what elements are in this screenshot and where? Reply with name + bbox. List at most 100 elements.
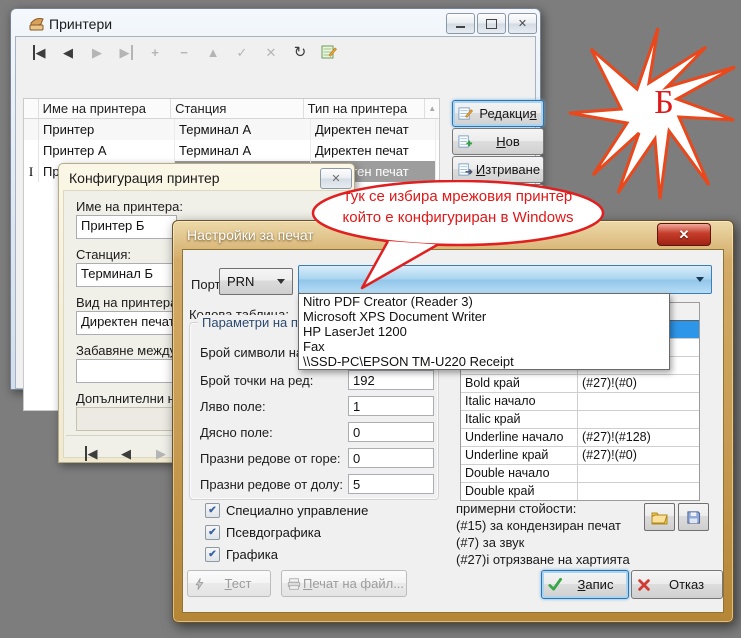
checkmark-icon: ✔ <box>208 505 216 517</box>
save-button[interactable]: Запис <box>541 570 629 599</box>
nav-cancel-icon[interactable]: ✕ <box>260 44 282 65</box>
graphics-checkbox-row: ✔ Графика <box>205 547 278 562</box>
nav-refresh-icon[interactable]: ↻ <box>289 44 311 65</box>
delete-button[interactable]: Изтриване <box>452 156 544 183</box>
nav-delete-icon[interactable]: − <box>173 44 195 65</box>
checkmark-icon: ✔ <box>208 549 216 561</box>
printer-type-field[interactable]: Директен печат <box>76 311 177 335</box>
column-header[interactable]: Име на принтера <box>39 99 171 118</box>
edit-button[interactable]: Редакция <box>452 100 544 127</box>
nav-edit-icon[interactable]: ▲ <box>202 44 224 65</box>
config-window-title: Конфигурация принтер <box>69 170 220 186</box>
open-folder-button[interactable] <box>644 503 675 531</box>
close-button[interactable]: ✕ <box>508 13 537 34</box>
chevron-down-icon <box>696 277 704 282</box>
codes-row[interactable]: Italic начало <box>461 393 699 411</box>
cell[interactable]: Принтер А <box>39 140 175 161</box>
cancel-button[interactable]: Отказ <box>631 570 723 599</box>
cell[interactable]: Терминал А <box>175 119 311 140</box>
new-button-label: Нов <box>473 134 543 149</box>
nav-last-icon[interactable]: ▶ <box>115 44 137 65</box>
scroll-up-icon[interactable]: ▲ <box>425 99 439 118</box>
dropdown-item[interactable]: Fax <box>299 339 669 354</box>
db-navigator-toolbar: ◀ ◀ ▶ ▶ + − ▲ ✓ ✕ ↻ <box>28 44 340 65</box>
codes-row[interactable]: Underline начало(#27)!(#128) <box>461 429 699 447</box>
close-icon: ✕ <box>518 17 527 30</box>
codes-row[interactable]: Underline край(#27)!(#0) <box>461 447 699 465</box>
maximize-button[interactable] <box>477 13 506 34</box>
cell[interactable]: Директен печат <box>311 119 436 140</box>
printer-name-field[interactable]: Принтер Б <box>76 215 177 239</box>
station-label: Станция: <box>76 247 131 262</box>
blank-lines-top-label: Празни редове от горе: <box>200 451 341 466</box>
checkbox-label[interactable]: Графика <box>226 547 278 562</box>
station-field[interactable]: Терминал Б <box>76 263 177 287</box>
cell[interactable]: Директен печат <box>311 140 436 161</box>
dropdown-item[interactable]: Microsoft XPS Document Writer <box>299 309 669 324</box>
hint-line: (#15) за кондензиран печат <box>456 517 621 534</box>
table-row[interactable]: Принтер А Терминал А Директен печат <box>24 140 439 161</box>
blank-lines-bottom-field[interactable]: 5 <box>348 474 434 494</box>
dropdown-item[interactable]: HP LaserJet 1200 <box>299 324 669 339</box>
pseudographics-checkbox-row: ✔ Псевдографика <box>205 525 321 540</box>
desktop: { "icons": { "check": "✔", "nav_first": … <box>0 0 741 638</box>
hint-line: примерни стойости: <box>456 500 576 517</box>
new-button[interactable]: Нов <box>452 128 544 155</box>
hint-line: (#27)i отрязване на хартията <box>456 551 630 568</box>
blank-lines-top-field[interactable]: 0 <box>348 448 434 468</box>
printer-dropdown-list[interactable]: Nitro PDF Creator (Reader 3) Microsoft X… <box>298 293 670 370</box>
delete-button-label: Изтриване <box>473 162 543 177</box>
codes-row[interactable]: Italic край <box>461 411 699 429</box>
nav-prior-icon[interactable]: ◀ <box>119 445 133 463</box>
print-settings-client: Порт: PRN Кодова таблица: Параметри на п… <box>182 249 724 613</box>
right-margin-field[interactable]: 0 <box>348 422 434 442</box>
printer-type-label: Вид на принтера: <box>76 295 181 310</box>
print-to-file-button[interactable]: Печат на файл... <box>281 570 407 597</box>
cell[interactable]: Принтер <box>39 119 175 140</box>
nav-next-icon[interactable]: ▶ <box>154 445 168 463</box>
nav-first-icon[interactable]: ◀ <box>84 445 98 463</box>
minimize-button[interactable] <box>446 13 475 34</box>
codes-row[interactable]: Bold край(#27)!(#0) <box>461 375 699 393</box>
checkbox-checked[interactable]: ✔ <box>205 525 220 540</box>
checkbox-checked[interactable]: ✔ <box>205 503 220 518</box>
params-group-label: Параметри на пр <box>198 315 309 330</box>
test-button[interactable]: Тест <box>187 570 271 597</box>
nav-post-icon[interactable]: ✓ <box>231 44 253 65</box>
chevron-down-icon <box>277 279 285 284</box>
settings-close-button[interactable]: ✕ <box>657 223 711 246</box>
column-header[interactable]: Станция <box>171 99 303 118</box>
dots-per-line-field[interactable]: 192 <box>348 370 434 390</box>
checkbox-label[interactable]: Специално управление <box>226 503 368 518</box>
floppy-disk-icon <box>686 510 701 525</box>
new-record-icon <box>458 134 473 149</box>
nav-next-icon[interactable]: ▶ <box>86 44 108 65</box>
close-icon: ✕ <box>679 227 690 243</box>
hint-line: (#7) за звук <box>456 534 524 551</box>
right-margin-label: Дясно поле: <box>200 425 273 440</box>
grid-edit-icon[interactable] <box>318 44 340 65</box>
callout-line2: който е конфигуриран в Windows <box>330 209 586 226</box>
column-header[interactable]: Тип на принтера <box>304 99 426 118</box>
checkbox-checked[interactable]: ✔ <box>205 547 220 562</box>
left-margin-field[interactable]: 1 <box>348 396 434 416</box>
port-combo[interactable]: PRN <box>219 268 293 295</box>
nav-insert-icon[interactable]: + <box>144 44 166 65</box>
codes-row[interactable]: Double начало <box>461 465 699 483</box>
table-row[interactable]: Принтер Терминал А Директен печат <box>24 119 439 140</box>
callout-line1: тук се избира мрежовия принтер <box>330 188 586 205</box>
printers-table-header: Име на принтера Станция Тип на принтера … <box>24 99 439 119</box>
delete-record-icon <box>458 162 473 177</box>
printer-name-label: Име на принтера: <box>76 199 183 214</box>
cell[interactable]: Терминал А <box>175 140 311 161</box>
nav-prior-icon[interactable]: ◀ <box>57 44 79 65</box>
nav-first-icon[interactable]: ◀ <box>28 44 50 65</box>
dropdown-item[interactable]: \\SSD-PC\EPSON TM-U220 Receipt <box>299 354 669 369</box>
checkbox-label[interactable]: Псевдографика <box>226 525 321 540</box>
minimize-icon <box>456 19 465 28</box>
port-combo-value: PRN <box>220 274 254 289</box>
save-file-button[interactable] <box>678 503 709 531</box>
star-burst-letter: Б <box>646 84 682 122</box>
printer-app-icon <box>28 16 46 32</box>
codes-row[interactable]: Double край <box>461 483 699 500</box>
